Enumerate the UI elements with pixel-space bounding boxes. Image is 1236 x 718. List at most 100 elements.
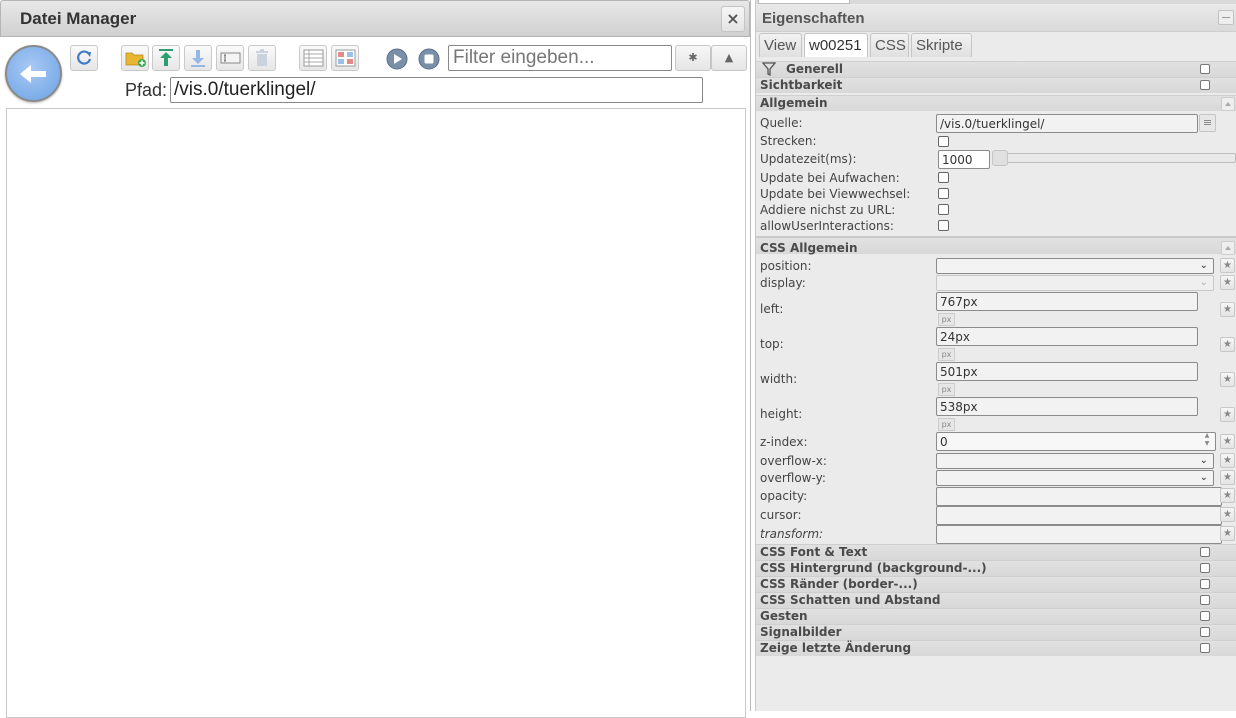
back-button[interactable] bbox=[5, 45, 62, 102]
section-css-font[interactable]: CSS Font & Text bbox=[756, 544, 1236, 560]
section-allgemein[interactable]: Allgemein bbox=[756, 95, 1236, 111]
position-label: position: bbox=[760, 259, 812, 273]
collapse-button[interactable] bbox=[1221, 97, 1235, 111]
properties-title: Eigenschaften bbox=[762, 10, 865, 27]
panel-tab-nub[interactable] bbox=[758, 0, 850, 4]
stop-button[interactable] bbox=[414, 45, 442, 71]
delete-button[interactable] bbox=[248, 45, 276, 71]
opacity-input[interactable] bbox=[936, 487, 1222, 506]
section-checkbox[interactable] bbox=[1200, 64, 1210, 74]
section-sichtbarkeit[interactable]: Sichtbarkeit bbox=[756, 77, 1236, 93]
section-label: Signalbilder bbox=[760, 625, 842, 639]
zindex-spinner[interactable]: ▲ ▼ bbox=[1201, 432, 1213, 449]
filter-input[interactable] bbox=[448, 45, 672, 71]
strecken-checkbox[interactable] bbox=[938, 136, 949, 147]
section-checkbox[interactable] bbox=[1200, 595, 1210, 605]
overflowy-select[interactable]: ⌄ bbox=[936, 470, 1214, 486]
properties-header: Eigenschaften bbox=[756, 5, 1236, 32]
top-input[interactable] bbox=[936, 327, 1198, 346]
dialog-titlebar[interactable]: Datei Manager × bbox=[0, 0, 750, 37]
slider-handle[interactable] bbox=[992, 150, 1008, 166]
unit-px[interactable]: px bbox=[938, 348, 955, 361]
grid-view-icon bbox=[335, 49, 356, 67]
aufwachen-checkbox[interactable] bbox=[938, 172, 949, 183]
favorite-star-button[interactable]: ★ bbox=[1220, 337, 1235, 352]
favorite-star-button[interactable]: ★ bbox=[1220, 258, 1235, 273]
upload-button[interactable] bbox=[152, 45, 180, 71]
strecken-label: Strecken: bbox=[760, 134, 817, 148]
section-css-shadow[interactable]: CSS Schatten und Abstand bbox=[756, 592, 1236, 608]
favorite-star-button[interactable]: ★ bbox=[1220, 526, 1235, 541]
width-input[interactable] bbox=[936, 362, 1198, 381]
unit-px[interactable]: px bbox=[938, 418, 955, 431]
tab-view[interactable]: View bbox=[759, 33, 802, 57]
new-folder-button[interactable] bbox=[121, 45, 149, 71]
favorite-star-button[interactable]: ★ bbox=[1220, 453, 1235, 468]
warning-button[interactable]: ▲ bbox=[711, 45, 747, 71]
url-checkbox[interactable] bbox=[938, 204, 949, 215]
overflowx-select[interactable]: ⌄ bbox=[936, 453, 1214, 469]
list-view-button[interactable] bbox=[299, 45, 327, 71]
section-label: Sichtbarkeit bbox=[760, 78, 843, 92]
section-css-allgemein[interactable]: CSS Allgemein bbox=[756, 236, 1236, 255]
grid-view-button[interactable] bbox=[331, 45, 359, 71]
favorite-star-button[interactable]: ★ bbox=[1220, 302, 1235, 317]
section-checkbox[interactable] bbox=[1200, 563, 1210, 573]
section-checkbox[interactable] bbox=[1200, 80, 1210, 90]
section-generell[interactable]: Generell bbox=[756, 61, 1236, 77]
play-icon bbox=[386, 48, 408, 70]
rename-button[interactable] bbox=[216, 45, 244, 71]
url-label: Addiere nichst zu URL: bbox=[760, 203, 896, 217]
favorite-star-button[interactable]: ★ bbox=[1220, 507, 1235, 522]
file-list-area[interactable] bbox=[6, 108, 746, 718]
chevron-down-icon: ⌄ bbox=[1199, 260, 1208, 271]
section-last-change[interactable]: Zeige letzte Änderung bbox=[756, 640, 1236, 656]
favorite-star-button[interactable]: ★ bbox=[1220, 488, 1235, 503]
tab-css[interactable]: CSS bbox=[870, 33, 909, 57]
section-gestures[interactable]: Gesten bbox=[756, 608, 1236, 624]
unit-px[interactable]: px bbox=[938, 313, 955, 326]
interactions-checkbox[interactable] bbox=[938, 220, 949, 231]
cursor-input[interactable] bbox=[936, 506, 1222, 525]
section-checkbox[interactable] bbox=[1200, 547, 1210, 557]
section-checkbox[interactable] bbox=[1200, 611, 1210, 621]
unit-px[interactable]: px bbox=[938, 383, 955, 396]
height-input[interactable] bbox=[936, 397, 1198, 416]
play-button[interactable] bbox=[382, 45, 410, 71]
section-checkbox[interactable] bbox=[1200, 627, 1210, 637]
favorite-star-button[interactable]: ★ bbox=[1220, 407, 1235, 422]
section-checkbox[interactable] bbox=[1200, 643, 1210, 653]
viewwechsel-checkbox[interactable] bbox=[938, 188, 949, 199]
collapse-button[interactable] bbox=[1221, 241, 1235, 255]
close-button[interactable]: × bbox=[721, 6, 745, 32]
updatezeit-input[interactable] bbox=[938, 150, 990, 169]
display-label: display: bbox=[760, 276, 806, 290]
section-label: CSS Hintergrund (background-...) bbox=[760, 561, 987, 575]
settings-button[interactable]: ✱ bbox=[675, 45, 711, 71]
tab-widget[interactable]: w00251 bbox=[804, 33, 868, 57]
favorite-star-button[interactable]: ★ bbox=[1220, 275, 1235, 290]
minimize-button[interactable] bbox=[1218, 10, 1234, 25]
section-signalbilder[interactable]: Signalbilder bbox=[756, 624, 1236, 640]
file-picker-button[interactable] bbox=[1199, 114, 1216, 132]
section-label: CSS Schatten und Abstand bbox=[760, 593, 941, 607]
quelle-input[interactable] bbox=[936, 114, 1198, 133]
favorite-star-button[interactable]: ★ bbox=[1220, 470, 1235, 485]
transform-input[interactable] bbox=[936, 525, 1222, 544]
favorite-star-button[interactable]: ★ bbox=[1220, 372, 1235, 387]
upload-icon bbox=[159, 49, 173, 66]
path-input[interactable] bbox=[170, 77, 703, 103]
section-css-border[interactable]: CSS Ränder (border-...) bbox=[756, 576, 1236, 592]
left-input[interactable] bbox=[936, 292, 1198, 311]
favorite-star-button[interactable]: ★ bbox=[1220, 434, 1235, 449]
position-select[interactable]: ⌄ bbox=[936, 258, 1214, 274]
section-checkbox[interactable] bbox=[1200, 579, 1210, 589]
download-button[interactable] bbox=[184, 45, 212, 71]
updatezeit-slider[interactable] bbox=[992, 153, 1236, 163]
chevron-down-icon: ⌄ bbox=[1199, 277, 1208, 288]
tab-scripts[interactable]: Skripte bbox=[911, 33, 972, 57]
display-select[interactable]: ⌄ bbox=[936, 275, 1214, 291]
refresh-button[interactable] bbox=[70, 45, 98, 71]
zindex-input[interactable] bbox=[936, 432, 1216, 451]
section-css-background[interactable]: CSS Hintergrund (background-...) bbox=[756, 560, 1236, 576]
